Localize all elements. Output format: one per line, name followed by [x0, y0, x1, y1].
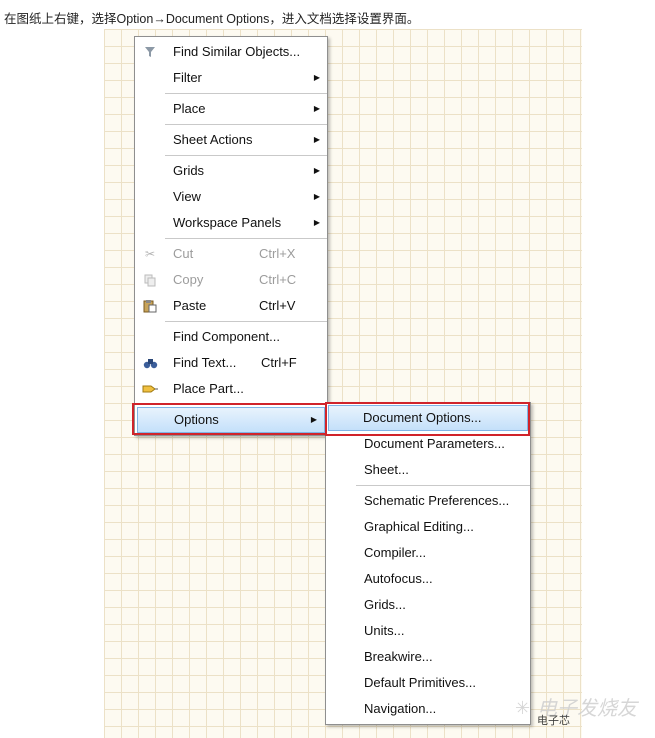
menu-separator	[165, 404, 327, 405]
menu-item-label: Schematic Preferences...	[364, 493, 510, 508]
menu-item-label: Compiler...	[364, 545, 427, 560]
copy-icon	[142, 272, 158, 288]
menu-item-find-text[interactable]: Find Text... Ctrl+F	[135, 350, 327, 376]
submenu-arrow-icon: ▶	[313, 192, 320, 201]
menu-item-label: Find Component...	[173, 329, 280, 344]
submenu-arrow-icon: ▶	[313, 166, 320, 175]
submenu-item-schematic-preferences[interactable]: Schematic Preferences...	[326, 488, 530, 514]
submenu-item-autofocus[interactable]: Autofocus...	[326, 566, 530, 592]
menu-item-shortcut: Ctrl+F	[261, 355, 297, 370]
menu-item-find-component[interactable]: Find Component...	[135, 324, 327, 350]
filter-icon	[142, 44, 158, 60]
submenu-item-grids[interactable]: Grids...	[326, 592, 530, 618]
menu-item-find-similar-objects[interactable]: Find Similar Objects...	[135, 39, 327, 65]
submenu-item-breakwire[interactable]: Breakwire...	[326, 644, 530, 670]
menu-item-label: Find Similar Objects...	[173, 44, 301, 59]
menu-item-shortcut: Ctrl+C	[259, 272, 297, 287]
menu-item-place[interactable]: Place ▶	[135, 96, 327, 122]
place-part-icon	[142, 381, 158, 397]
menu-item-shortcut: Ctrl+V	[259, 298, 296, 313]
menu-item-label: Place	[173, 101, 206, 116]
menu-item-grids[interactable]: Grids ▶	[135, 158, 327, 184]
menu-item-label: View	[173, 189, 201, 204]
menu-item-label: Document Parameters...	[364, 436, 505, 451]
options-submenu: Document Options... Document Parameters.…	[325, 402, 531, 725]
submenu-item-units[interactable]: Units...	[326, 618, 530, 644]
submenu-item-compiler[interactable]: Compiler...	[326, 540, 530, 566]
menu-item-label: Paste	[173, 298, 207, 313]
submenu-item-sheet[interactable]: Sheet...	[326, 457, 530, 483]
menu-item-label: Graphical Editing...	[364, 519, 474, 534]
submenu-arrow-icon: ▶	[313, 135, 320, 144]
menu-item-view[interactable]: View ▶	[135, 184, 327, 210]
watermark: ✳ 电子发烧友 电子芯	[515, 690, 650, 732]
menu-item-filter[interactable]: Filter ▶	[135, 65, 327, 91]
submenu-arrow-icon: ▶	[313, 73, 320, 82]
menu-item-shortcut: Ctrl+X	[259, 246, 296, 261]
watermark-small-text: 电子芯	[537, 715, 570, 727]
menu-item-label: Workspace Panels	[173, 215, 282, 230]
menu-item-label: Cut	[173, 246, 194, 261]
menu-separator	[356, 485, 530, 486]
menu-item-place-part[interactable]: Place Part...	[135, 376, 327, 402]
menu-item-label: Filter	[173, 70, 202, 85]
menu-item-label: Autofocus...	[364, 571, 433, 586]
menu-item-workspace-panels[interactable]: Workspace Panels ▶	[135, 210, 327, 236]
menu-separator	[165, 93, 327, 94]
menu-item-sheet-actions[interactable]: Sheet Actions ▶	[135, 127, 327, 153]
menu-item-label: Place Part...	[173, 381, 244, 396]
menu-item-label: Grids	[173, 163, 205, 178]
menu-item-label: Sheet Actions	[173, 132, 253, 147]
menu-item-options[interactable]: Options ▶	[137, 407, 325, 433]
submenu-item-document-options[interactable]: Document Options...	[328, 405, 528, 431]
submenu-item-navigation[interactable]: Navigation...	[326, 696, 530, 722]
submenu-arrow-icon: ▶	[313, 104, 320, 113]
watermark-logo-icon: ✳	[515, 698, 531, 718]
menu-item-label: Grids...	[364, 597, 406, 612]
menu-item-label: Find Text...	[173, 355, 237, 370]
menu-item-label: Copy	[173, 272, 204, 287]
menu-item-label: Navigation...	[364, 701, 437, 716]
menu-item-label: Document Options...	[363, 410, 482, 425]
menu-item-cut[interactable]: ✂ Cut Ctrl+X	[135, 241, 327, 267]
menu-item-label: Default Primitives...	[364, 675, 476, 690]
submenu-arrow-icon: ▶	[310, 415, 317, 424]
paste-icon	[142, 298, 158, 314]
submenu-item-document-parameters[interactable]: Document Parameters...	[326, 431, 530, 457]
menu-item-label: Breakwire...	[364, 649, 433, 664]
menu-separator	[165, 238, 327, 239]
menu-item-label: Units...	[364, 623, 405, 638]
binoculars-icon	[142, 355, 158, 371]
menu-separator	[165, 155, 327, 156]
menu-separator	[165, 124, 327, 125]
menu-item-paste[interactable]: Paste Ctrl+V	[135, 293, 327, 319]
menu-item-label: Sheet...	[364, 462, 409, 477]
submenu-item-default-primitives[interactable]: Default Primitives...	[326, 670, 530, 696]
submenu-arrow-icon: ▶	[313, 218, 320, 227]
scissors-icon: ✂	[144, 247, 156, 261]
menu-separator	[165, 321, 327, 322]
menu-item-label: Options	[174, 412, 219, 427]
caption-text: 在图纸上右键，选择Option→Document Options，进入文档选择设…	[4, 12, 420, 26]
submenu-item-graphical-editing[interactable]: Graphical Editing...	[326, 514, 530, 540]
menu-item-copy[interactable]: Copy Ctrl+C	[135, 267, 327, 293]
context-menu: Find Similar Objects... Filter ▶ Place ▶…	[134, 36, 328, 436]
